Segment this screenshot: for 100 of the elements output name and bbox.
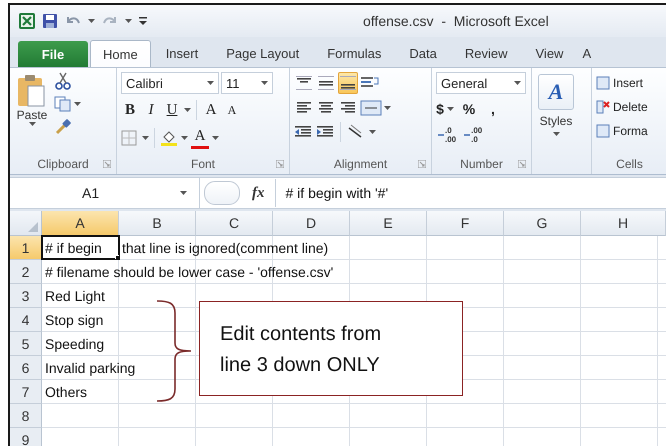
ribbon-tab[interactable]: View — [522, 39, 576, 67]
column-header[interactable]: E — [350, 211, 427, 236]
caret-icon — [207, 81, 214, 85]
insert-cells-button[interactable]: Insert — [596, 72, 644, 94]
align-lines-icon — [296, 76, 312, 90]
column-header[interactable]: D — [273, 211, 350, 236]
decrease-decimal-button[interactable]: .00 .0 — [462, 124, 484, 146]
currency-button[interactable]: $ — [436, 98, 454, 120]
cut-icon[interactable] — [54, 72, 72, 90]
spreadsheet-logo-icon[interactable] — [18, 12, 36, 30]
ribbon-tab[interactable]: Page Layout — [213, 39, 312, 67]
caret-icon — [384, 106, 391, 110]
row-header[interactable]: 5 — [10, 332, 42, 356]
group-label: Number — [460, 157, 503, 171]
paste-button[interactable]: Paste — [14, 72, 50, 154]
number-format-field[interactable]: General — [436, 72, 526, 94]
column-header[interactable]: B — [119, 211, 196, 236]
column-header[interactable]: A — [42, 211, 119, 236]
bold-button[interactable]: B — [121, 99, 139, 121]
callout-note: Edit contents from line 3 down ONLY — [199, 301, 463, 396]
caret-icon — [446, 107, 454, 111]
cell-text: # if begin — [45, 240, 102, 256]
cell-text: Others — [45, 384, 88, 400]
font-color-button[interactable]: A — [191, 126, 209, 149]
caret-icon — [74, 102, 81, 106]
save-icon[interactable] — [42, 13, 58, 29]
delete-cells-button[interactable]: Delete — [596, 96, 648, 118]
align-lines-icon — [340, 76, 356, 90]
row-header[interactable]: 1 — [10, 236, 42, 260]
caret-icon — [369, 130, 376, 134]
caret-icon — [261, 81, 268, 85]
align-lines-icon — [296, 101, 312, 115]
row-header[interactable]: 4 — [10, 308, 42, 332]
row-header[interactable]: 7 — [10, 380, 42, 404]
row-header[interactable]: 9 — [10, 428, 42, 446]
caret-icon — [552, 132, 560, 136]
group-label: Clipboard — [37, 157, 89, 171]
ribbon-tab[interactable]: Data — [396, 39, 450, 67]
row-header[interactable]: 6 — [10, 356, 42, 380]
grow-font-button[interactable]: A — [202, 99, 220, 121]
undo-caret-icon — [88, 19, 95, 23]
file-tab[interactable]: File — [18, 41, 88, 67]
bottom-align-button[interactable] — [338, 72, 358, 94]
merge-cells-icon[interactable] — [360, 100, 382, 116]
column-header[interactable]: C — [196, 211, 273, 236]
cells-icon — [596, 124, 610, 138]
formula-field[interactable]: # if begin with '#' — [276, 178, 666, 208]
column-header[interactable]: G — [504, 211, 581, 236]
font-size-field[interactable]: 11 — [221, 72, 273, 94]
font-name-field[interactable]: Calibri — [121, 72, 219, 94]
caret-icon — [142, 136, 149, 140]
column-header[interactable]: F — [427, 211, 504, 236]
delete-cells-icon — [596, 100, 610, 114]
row-header[interactable]: 8 — [10, 404, 42, 428]
cell-text: that line is ignored(comment line) — [122, 240, 328, 256]
caret-icon — [184, 108, 191, 112]
name-box[interactable]: A1 — [10, 178, 200, 208]
comma-button[interactable]: , — [484, 98, 502, 120]
customize-toolbar-icon[interactable] — [138, 14, 148, 28]
insert-function-button[interactable]: fx — [240, 179, 276, 207]
italic-button[interactable]: I — [142, 99, 160, 121]
column-header[interactable]: H — [581, 211, 666, 236]
cell-text: Stop sign — [45, 312, 104, 328]
redo-caret-icon — [125, 19, 132, 23]
format-cells-button[interactable]: Forma — [596, 120, 648, 142]
group-label: Alignment — [334, 157, 388, 171]
align-lines-icon — [318, 101, 334, 115]
format-painter-icon[interactable] — [54, 118, 72, 136]
align-lines-icon — [340, 101, 356, 115]
cell-text: Invalid parking — [45, 360, 136, 376]
ribbon-tab[interactable]: A — [578, 39, 596, 67]
caret-icon — [212, 136, 219, 140]
styles-button[interactable]: A Styles — [536, 72, 576, 154]
cells-icon — [596, 76, 610, 90]
shrink-font-button[interactable]: A — [223, 99, 241, 121]
cell-text: Red Light — [45, 288, 105, 304]
active-cell[interactable]: # if begin — [42, 236, 119, 259]
corner-triangle-icon — [28, 222, 38, 232]
align-lines-icon — [318, 76, 334, 90]
cell-text: Speeding — [45, 336, 104, 352]
ribbon-tab[interactable]: Home — [90, 40, 151, 68]
ribbon-tab[interactable]: Review — [452, 39, 520, 67]
copy-icon[interactable] — [54, 96, 72, 112]
fill-color-icon[interactable] — [160, 128, 178, 146]
underline-button[interactable]: U — [163, 99, 181, 121]
borders-icon[interactable] — [121, 130, 139, 146]
group-label: Font — [190, 157, 215, 171]
caret-icon — [180, 191, 187, 195]
percent-button[interactable]: % — [460, 98, 478, 120]
caret-icon — [514, 81, 521, 85]
ribbon-tab[interactable]: Formulas — [314, 39, 394, 67]
caret-icon — [28, 122, 36, 126]
window-title: offense.csv - Microsoft Excel — [363, 13, 549, 29]
ribbon-tab[interactable]: Insert — [152, 39, 212, 67]
group-label: Cells — [616, 157, 643, 171]
caret-icon — [181, 136, 188, 140]
row-header[interactable]: 2 — [10, 260, 42, 284]
increase-decimal-button[interactable]: .0 .00 — [436, 124, 458, 146]
cell-text: # filename should be lower case - 'offense.csv' — [45, 264, 334, 280]
row-header[interactable]: 3 — [10, 284, 42, 308]
